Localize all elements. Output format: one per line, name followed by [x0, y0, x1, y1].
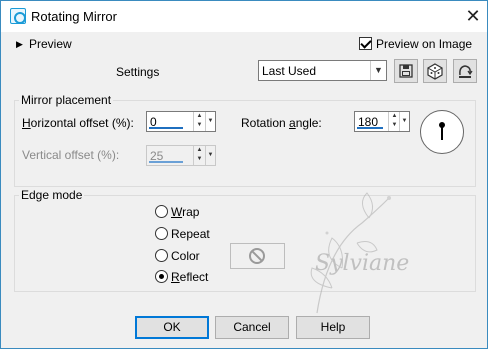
edge-mode-reflect-radio[interactable] — [155, 270, 168, 283]
cancel-button[interactable]: Cancel — [215, 316, 289, 339]
edge-mode-reflect-label[interactable]: Reflect — [171, 270, 208, 284]
rotation-angle-label-prefix: Rotation — [241, 116, 290, 130]
wrap-label-text: rap — [182, 205, 200, 219]
edge-mode-repeat-label[interactable]: Repeat — [171, 227, 210, 241]
wrap-mnemonic: W — [171, 205, 183, 219]
spin-arrows-icon[interactable]: ▲ ▼ — [193, 112, 205, 131]
randomize-button[interactable] — [423, 59, 447, 83]
save-preset-button[interactable] — [394, 59, 418, 83]
angle-dial-icon[interactable] — [420, 110, 464, 154]
close-icon[interactable]: ✕ — [459, 3, 487, 29]
vertical-offset-slider-bar[interactable] — [149, 161, 183, 163]
settings-label: Settings — [116, 65, 160, 79]
edge-mode-wrap-label[interactable]: Wrap — [171, 205, 199, 219]
watermark-text: Sylviane — [315, 251, 409, 276]
dialog-window: Rotating Mirror ✕ ▶ Preview Preview on I… — [0, 0, 488, 349]
dial-needle-icon — [439, 122, 445, 140]
preview-toggle-label[interactable]: Preview — [29, 37, 72, 51]
title-bar: Rotating Mirror ✕ — [1, 1, 487, 32]
horizontal-offset-mnemonic: H — [22, 116, 31, 130]
save-preset-icon — [399, 64, 413, 78]
settings-preset-dropdown[interactable]: Last Used ▼ — [258, 60, 387, 81]
horizontal-offset-spinner[interactable]: 0 ▲ ▼ ▼ — [146, 111, 216, 132]
horizontal-offset-label: Horizontal offset (%): — [22, 116, 134, 130]
floral-ornament-icon: Sylviane — [310, 192, 409, 314]
no-color-icon — [249, 248, 265, 264]
reset-icon — [459, 65, 473, 78]
rotation-angle-label: Rotation angle: — [241, 116, 322, 130]
mirror-placement-title: Mirror placement — [19, 93, 114, 107]
preview-on-image-label[interactable]: Preview on Image — [376, 37, 472, 51]
reflect-label-text: eflect — [179, 270, 209, 284]
rotation-angle-label-suffix: ngle: — [295, 116, 322, 130]
edge-mode-color-label[interactable]: Color — [171, 249, 200, 263]
settings-preset-value: Last Used — [262, 64, 317, 78]
edge-mode-color-radio[interactable] — [155, 249, 168, 262]
rotation-angle-slider-bar[interactable] — [357, 127, 383, 129]
help-button[interactable]: Help — [296, 316, 370, 339]
vertical-offset-label: Vertical offset (%): — [22, 148, 120, 162]
randomize-dice-icon — [427, 63, 443, 80]
edge-mode-title: Edge mode — [19, 188, 85, 202]
horizontal-offset-label-text: orizontal offset (%): — [30, 116, 134, 130]
reset-button[interactable] — [453, 59, 477, 83]
chevron-down-icon[interactable]: ▼ — [370, 61, 386, 80]
chevron-down-icon[interactable]: ▼ — [399, 112, 409, 131]
edge-color-swatch[interactable] — [230, 243, 285, 269]
chevron-down-icon[interactable]: ▼ — [205, 112, 215, 131]
edge-mode-repeat-radio[interactable] — [155, 227, 168, 240]
ok-button[interactable]: OK — [135, 316, 209, 339]
watermark-ornament: Sylviane — [297, 188, 437, 318]
rotating-mirror-app-icon — [10, 8, 26, 24]
edge-mode-wrap-radio[interactable] — [155, 205, 168, 218]
rotation-angle-spinner[interactable]: 180 ▲ ▼ ▼ — [354, 111, 410, 132]
vertical-offset-spinner[interactable]: 25 ▲ ▼ ▼ — [146, 145, 216, 166]
expand-preview-icon[interactable]: ▶ — [16, 39, 23, 50]
spin-arrows-icon[interactable]: ▲ ▼ — [193, 146, 205, 165]
horizontal-offset-slider-bar[interactable] — [149, 127, 183, 129]
rotation-angle-mnemonic: a — [289, 116, 296, 130]
reflect-mnemonic: R — [171, 270, 180, 284]
preview-on-image-checkbox[interactable] — [359, 37, 372, 50]
dialog-content: ▶ Preview Preview on Image Settings Last… — [1, 32, 487, 348]
window-title: Rotating Mirror — [31, 9, 117, 24]
chevron-down-icon[interactable]: ▼ — [205, 146, 215, 165]
